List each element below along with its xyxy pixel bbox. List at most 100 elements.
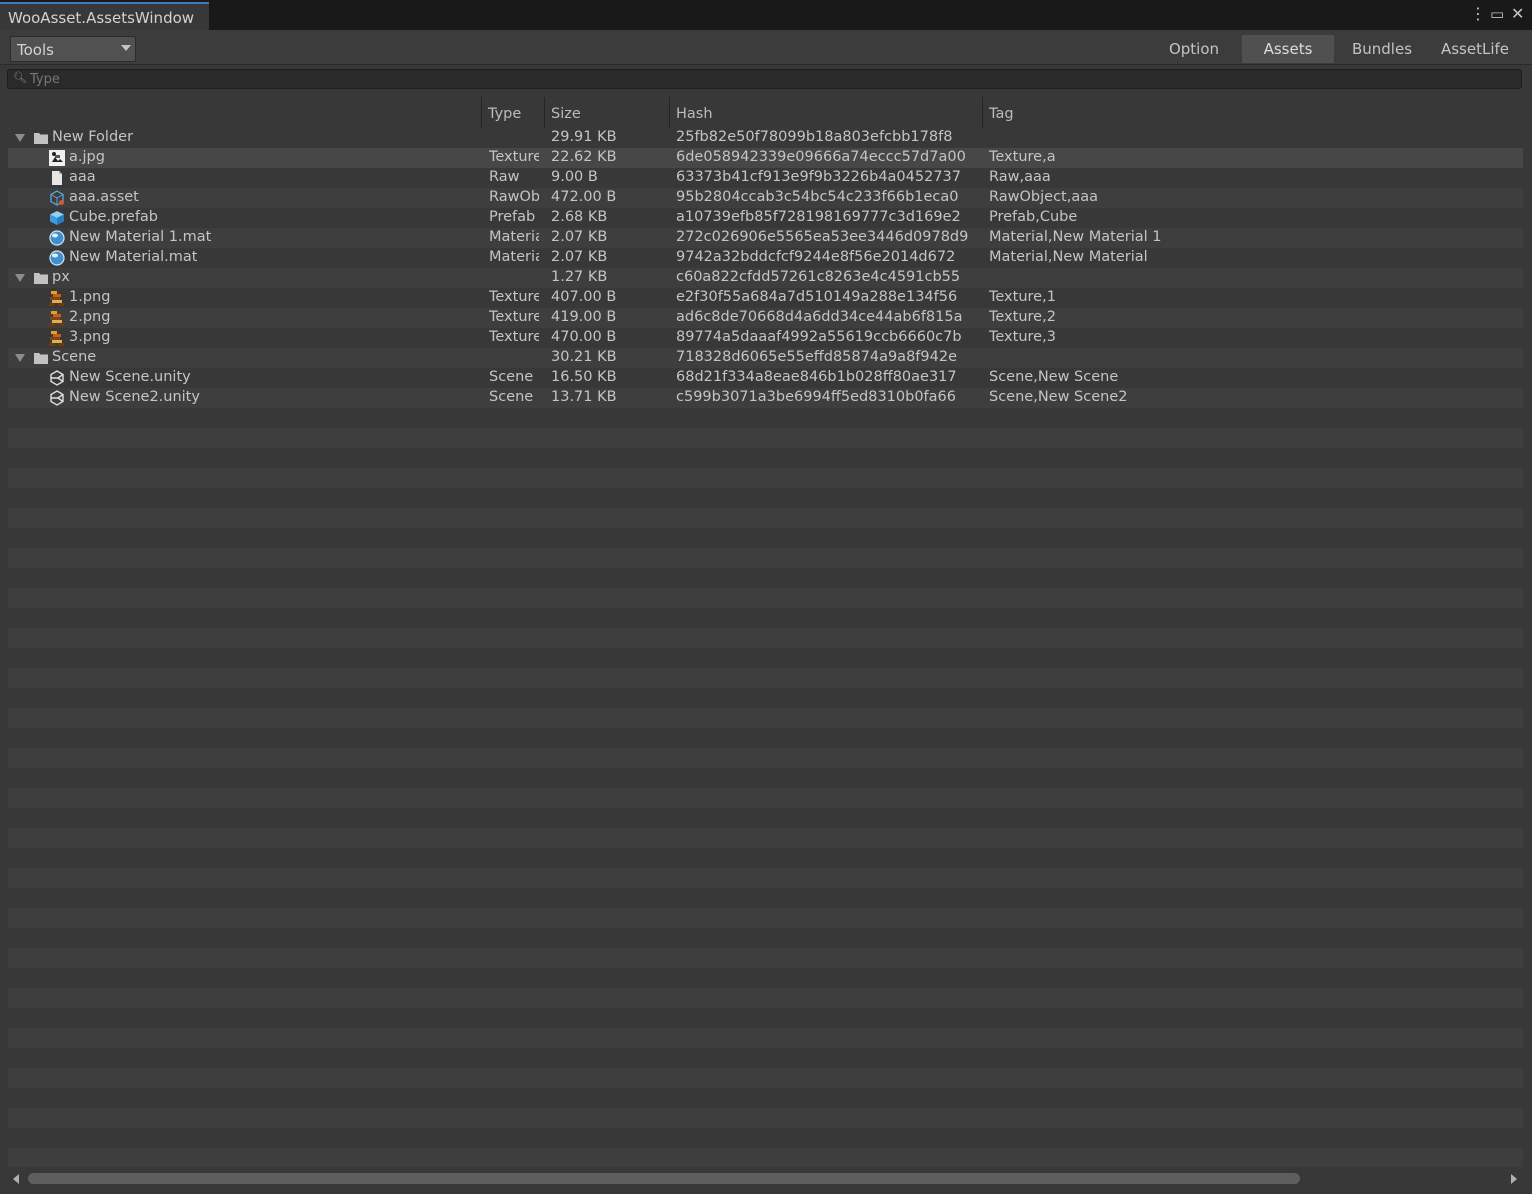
file-icon: [49, 170, 65, 186]
column-header-type-label: Type: [488, 106, 522, 122]
tab-assetlife-label: AssetLife: [1440, 40, 1510, 58]
asset-tag: Scene,New Scene: [989, 369, 1119, 385]
unity-scene-icon: [49, 390, 65, 406]
asset-hash: 95b2804ccab3c54bc54c233f66b1eca0: [676, 189, 959, 205]
prefab-cube-icon: [49, 210, 65, 226]
asset-size: 22.62 KB: [551, 149, 617, 165]
folder-row[interactable]: Scene 30.21 KB 718328d6065e55effd85874a9a8…: [8, 348, 1523, 368]
row-stripe: [8, 508, 1523, 528]
row-stripe: [8, 1068, 1523, 1088]
asset-size: 419.00 B: [551, 309, 617, 325]
asset-name: 1.png: [69, 289, 111, 305]
asset-hash: 25fb82e50f78099b18a803efcbb178f8: [676, 129, 953, 145]
asset-row[interactable]: New Scene.unity Scene 16.50 KB 68d21f334a8e…: [8, 368, 1523, 388]
table-header: Type Size Hash Tag: [8, 97, 1523, 128]
more-options-icon[interactable]: ⋮: [1470, 5, 1486, 23]
row-stripe: [8, 888, 1523, 908]
asset-hash: ad6c8de70668d4a6dd34ce44ab6f815a: [676, 309, 963, 325]
asset-hash: a10739efb85f728198169777c3d169e2: [676, 209, 961, 225]
horizontal-scrollbar[interactable]: [8, 1170, 1523, 1187]
pixel-sprite-icon: [49, 290, 65, 306]
assets-tree-table: Type Size Hash Tag New Folder 29.91 KB 25f…: [8, 97, 1523, 1167]
asset-hash: 63373b41cf913e9f9b3226b4a0452737: [676, 169, 962, 185]
asset-hash: 272c026906e5565ea53ee3446d0978d9: [676, 229, 969, 245]
folder-icon: [33, 350, 49, 366]
row-stripe: [8, 1028, 1523, 1048]
scroll-left-arrow-icon[interactable]: [13, 1174, 19, 1184]
row-stripe: [8, 708, 1523, 728]
asset-tag: Material,New Material 1: [989, 229, 1162, 245]
asset-row[interactable]: New Material 1.mat Material 2.07 KB 272c026…: [8, 228, 1523, 248]
column-header-tag[interactable]: Tag: [982, 97, 1523, 128]
asset-type: Texture: [489, 329, 539, 345]
asset-name: 2.png: [69, 309, 111, 325]
column-header-size[interactable]: Size: [544, 97, 669, 128]
asset-row[interactable]: Cube.prefab Prefab 2.68 KB a10739efb85f7281…: [8, 208, 1523, 228]
asset-name: aaa.asset: [69, 189, 139, 205]
asset-size: 2.07 KB: [551, 229, 608, 245]
column-header-type[interactable]: Type: [481, 97, 544, 128]
asset-row[interactable]: 3.png Texture 470.00 B 89774a5daaaf4992a556…: [8, 328, 1523, 348]
chevron-down-icon: [121, 45, 131, 51]
row-stripe: [8, 1148, 1523, 1167]
material-sphere-icon: [49, 250, 65, 266]
asset-row[interactable]: New Material.mat Material 2.07 KB 9742a32bd…: [8, 248, 1523, 268]
search-icon: 🔍︎: [13, 71, 27, 84]
close-icon[interactable]: ✕: [1511, 5, 1524, 23]
window-tab[interactable]: WooAsset.AssetsWindow: [0, 2, 209, 30]
row-stripe: [8, 788, 1523, 808]
row-stripe: [8, 688, 1523, 708]
column-header-hash[interactable]: Hash: [669, 97, 982, 128]
tab-assets[interactable]: Assets: [1242, 35, 1334, 63]
row-stripe: [8, 408, 1523, 428]
expand-arrow-icon[interactable]: [15, 134, 25, 142]
asset-row[interactable]: 1.png Texture 407.00 B e2f30f55a684a7d51014…: [8, 288, 1523, 308]
asset-type: Texture: [489, 149, 539, 165]
scrollbar-thumb[interactable]: [28, 1173, 1300, 1184]
tab-bundles[interactable]: Bundles: [1336, 35, 1428, 63]
row-stripe: [8, 488, 1523, 508]
asset-row[interactable]: New Scene2.unity Scene 13.71 KB c599b3071a3…: [8, 388, 1523, 408]
tab-bundles-label: Bundles: [1351, 40, 1413, 58]
asset-tag: Texture,2: [989, 309, 1056, 325]
row-stripe: [8, 808, 1523, 828]
asset-type: RawObject: [489, 189, 539, 205]
asset-row[interactable]: aaa Raw 9.00 B 63373b41cf913e9f9b3226b4a045…: [8, 168, 1523, 188]
asset-hash: 9742a32bddcfcf9244e8f56e2014d672: [676, 249, 956, 265]
tab-option[interactable]: Option: [1148, 35, 1240, 63]
asset-tag: Texture,3: [989, 329, 1056, 345]
asset-row[interactable]: a.jpg Texture 22.62 KB 6de058942339e09666a7…: [8, 148, 1523, 168]
row-stripe: [8, 928, 1523, 948]
asset-size: 16.50 KB: [551, 369, 617, 385]
maximize-icon[interactable]: ▭: [1490, 5, 1504, 23]
asset-hash: c599b3071a3be6994ff5ed8310b0fa66: [676, 389, 957, 405]
asset-type: Material: [489, 229, 539, 245]
row-stripe: [8, 648, 1523, 668]
asset-size: 29.91 KB: [551, 129, 617, 145]
asset-size: 2.07 KB: [551, 249, 608, 265]
asset-tag: Prefab,Cube: [989, 209, 1078, 225]
folder-icon: [33, 270, 49, 286]
scroll-right-arrow-icon[interactable]: [1511, 1174, 1517, 1184]
row-stripe: [8, 1108, 1523, 1128]
asset-size: 1.27 KB: [551, 269, 608, 285]
folder-row[interactable]: New Folder 29.91 KB 25fb82e50f78099b18a803…: [8, 128, 1523, 148]
asset-name: New Material 1.mat: [69, 229, 212, 245]
asset-size: 472.00 B: [551, 189, 617, 205]
asset-row[interactable]: 2.png Texture 419.00 B ad6c8de70668d4a6dd34…: [8, 308, 1523, 328]
asset-tag: Texture,a: [989, 149, 1056, 165]
asset-row[interactable]: aaa.asset RawObject 472.00 B 95b2804ccab3c5…: [8, 188, 1523, 208]
folder-row[interactable]: px 1.27 KB c60a822cfdd57261c8263e4c4591cb5…: [8, 268, 1523, 288]
row-stripe: [8, 948, 1523, 968]
tab-assetlife[interactable]: AssetLife: [1430, 35, 1520, 63]
row-stripe: [8, 1088, 1523, 1108]
expand-arrow-icon[interactable]: [15, 274, 25, 282]
row-stripe: [8, 968, 1523, 988]
tools-dropdown-label: Tools: [17, 41, 54, 59]
expand-arrow-icon[interactable]: [15, 354, 25, 362]
tools-dropdown[interactable]: Tools: [10, 36, 136, 62]
search-field[interactable]: 🔍︎: [7, 69, 1522, 89]
search-input[interactable]: [30, 70, 1510, 88]
asset-tag: Raw,aaa: [989, 169, 1051, 185]
material-sphere-icon: [49, 230, 65, 246]
